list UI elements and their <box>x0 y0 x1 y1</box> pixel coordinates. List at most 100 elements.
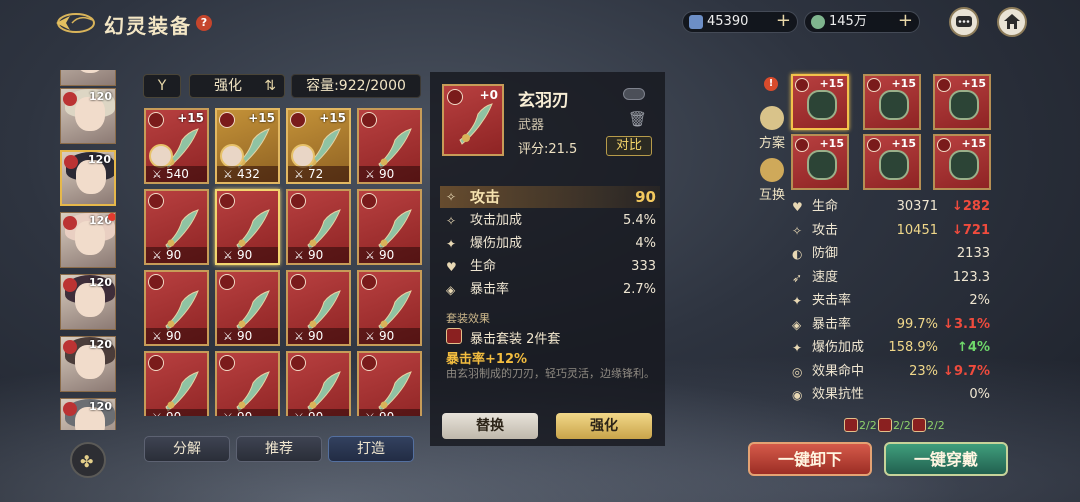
equipment-slot[interactable]: +15 <box>863 134 921 190</box>
item-type: 武器 <box>518 118 545 133</box>
inventory-item[interactable]: ⚔ 90 <box>144 189 209 265</box>
add-coins-button[interactable]: + <box>898 11 913 31</box>
set-effect-title: 套装效果 <box>446 312 490 325</box>
sort-button[interactable]: 强化 ⇅ <box>189 74 285 98</box>
attribute-row: ◎ 效果命中 23% ↓9.7% <box>792 361 992 383</box>
item-power-value: 90 <box>379 167 395 181</box>
attribute-name: 速度 <box>812 269 839 285</box>
character-card[interactable]: 120 <box>60 70 116 86</box>
attribute-row: ✧ 攻击 10451 ↓721 <box>792 220 992 242</box>
slot-plus-level: +15 <box>891 137 916 150</box>
inventory-item[interactable]: ⚔ 90 <box>215 351 280 416</box>
inventory-item[interactable]: ⚔ 90 <box>286 270 351 346</box>
set-counter-value: 2/2 <box>859 419 877 432</box>
sword-icon: ⚔ <box>152 249 162 262</box>
back-button[interactable] <box>52 10 96 36</box>
attribute-row: ♥ 生命 30371 ↓282 <box>792 196 992 218</box>
attribute-row: ◐ 防御 2133 <box>792 243 992 265</box>
sort-arrows-icon: ⇅ <box>264 78 276 94</box>
chat-button[interactable] <box>949 7 979 37</box>
character-card[interactable]: 120 <box>60 212 116 268</box>
element-icon <box>63 340 77 354</box>
equip-all-button[interactable]: 一键穿戴 <box>884 442 1008 476</box>
unequip-all-button[interactable]: 一键卸下 <box>748 442 872 476</box>
attack-icon: ✧ <box>446 190 457 204</box>
replace-button[interactable]: 替换 <box>442 413 538 439</box>
sword-icon: ⚔ <box>294 249 304 262</box>
item-power-value: 90 <box>237 248 253 262</box>
trash-icon[interactable]: 🗑 <box>628 110 647 128</box>
character-card[interactable]: 120 <box>60 398 116 430</box>
inventory-item[interactable]: ⚔ 90 <box>286 189 351 265</box>
attribute-delta: ↓721 <box>951 222 990 238</box>
item-power: ⚔ 90 <box>359 247 420 263</box>
equipment-slot[interactable]: +15 <box>933 74 991 130</box>
item-score: 评分:21.5 <box>518 142 578 157</box>
warning-icon[interactable]: ! <box>764 77 778 91</box>
character-card[interactable]: 120 <box>60 336 116 392</box>
attribute-row: ◉ 效果抗性 0% <box>792 384 992 406</box>
inventory-item[interactable]: ⚔ 90 <box>357 189 422 265</box>
filter-button[interactable]: Y <box>143 74 181 98</box>
item-power: ⚔ 90 <box>146 247 207 263</box>
swap-label: 互换 <box>758 188 785 203</box>
compare-button[interactable]: 对比 <box>606 136 652 156</box>
inventory-item[interactable]: ⚔ 90 <box>215 189 280 265</box>
decompose-button[interactable]: 分解 <box>144 436 230 462</box>
stat-name: 爆伤加成 <box>470 236 523 251</box>
inventory-item[interactable]: ⚔ 90 <box>286 351 351 416</box>
attribute-delta: ↓3.1% <box>943 316 990 332</box>
recommend-button[interactable]: 推荐 <box>236 436 322 462</box>
main-stat-row: ✧ 攻击 90 <box>444 186 656 208</box>
inventory-item[interactable]: +15 ⚔ 432 <box>215 108 280 184</box>
equipment-slot[interactable]: +15 <box>863 74 921 130</box>
attribute-row: ✦ 爆伤加成 158.9% ↑4% <box>792 337 992 359</box>
coin-icon <box>811 15 825 29</box>
inventory-item[interactable]: ⚔ 90 <box>215 270 280 346</box>
attribute-icon: ✦ <box>792 341 803 355</box>
item-power-value: 90 <box>379 329 395 343</box>
inventory-item[interactable]: ⚔ 90 <box>357 270 422 346</box>
attribute-name: 生命 <box>812 199 839 214</box>
sword-icon: ⚔ <box>294 330 304 343</box>
equipment-slot[interactable]: +15 <box>791 74 849 130</box>
equipment-slot[interactable]: +15 <box>933 134 991 190</box>
sub-stat-row: ◈ 暴击率 2.7% <box>444 279 656 301</box>
attribute-value: 123.3 <box>952 269 990 285</box>
lock-icon[interactable] <box>623 88 645 100</box>
home-button[interactable] <box>997 7 1027 37</box>
chat-icon <box>956 16 972 27</box>
inventory-item[interactable]: ⚔ 90 <box>144 270 209 346</box>
forge-button[interactable]: 打造 <box>328 436 414 462</box>
inventory-item[interactable]: ⚔ 90 <box>357 351 422 416</box>
sword-icon: ⚔ <box>365 249 375 262</box>
equipment-slot[interactable]: +15 <box>791 134 849 190</box>
stat-value: 5.4% <box>622 213 656 228</box>
swap-button[interactable]: 互换 <box>757 158 787 203</box>
inventory-item[interactable]: +15 ⚔ 540 <box>144 108 209 184</box>
home-icon <box>1004 14 1020 29</box>
character-list[interactable]: 120 120 120 120 120 120 120 <box>60 70 120 430</box>
add-gems-button[interactable]: + <box>776 11 791 31</box>
set-counter-3: 2/2 <box>912 418 945 432</box>
set-counter-value: 2/2 <box>893 419 911 432</box>
attribute-name: 爆伤加成 <box>812 340 865 355</box>
upgrade-button[interactable]: 强化 <box>556 413 652 439</box>
attribute-value: 158.9% <box>888 340 938 355</box>
inventory-item[interactable]: ⚔ 90 <box>357 108 422 184</box>
equipment-art <box>879 150 909 180</box>
equipped-by-avatar <box>220 144 244 168</box>
attribute-value: 23% <box>909 363 938 379</box>
help-icon[interactable]: ? <box>196 15 212 31</box>
plan-button[interactable]: 方案 <box>757 106 787 151</box>
character-card[interactable]: 120 <box>60 274 116 330</box>
stat-icon: ✦ <box>446 237 457 251</box>
team-button[interactable]: ✤ <box>70 442 106 478</box>
character-card[interactable]: 120 <box>60 88 116 144</box>
character-card[interactable]: 120 <box>60 150 116 206</box>
blade-icon <box>165 290 199 331</box>
gem-icon <box>689 15 703 29</box>
item-power-value: 90 <box>308 329 324 343</box>
inventory-item[interactable]: +15 ⚔ 72 <box>286 108 351 184</box>
inventory-item[interactable]: ⚔ 90 <box>144 351 209 416</box>
